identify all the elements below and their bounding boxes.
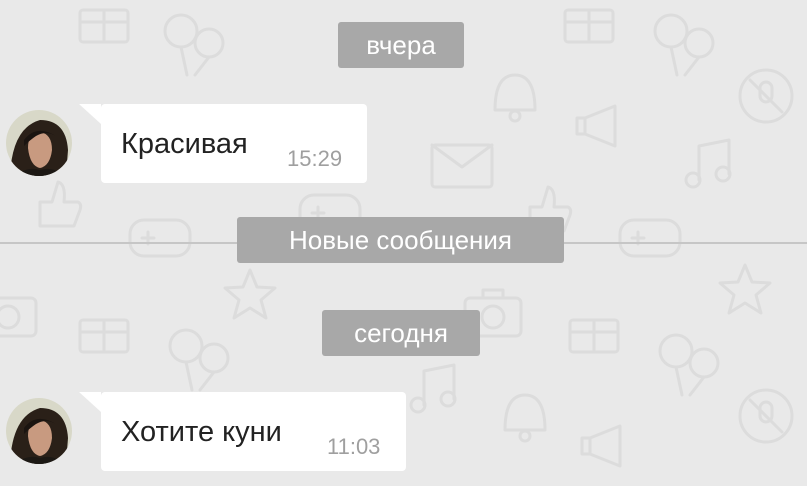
sender-avatar[interactable]	[6, 110, 72, 176]
camera-icon	[0, 296, 38, 338]
megaphone-icon	[575, 104, 617, 148]
gift-icon	[568, 318, 620, 354]
gamepad-icon	[128, 218, 192, 258]
message-text: Красивая	[121, 128, 248, 160]
date-separator-yesterday: вчера	[338, 22, 464, 68]
message-time: 11:03	[327, 434, 381, 459]
new-messages-divider: Новые сообщения	[237, 217, 564, 263]
balloons-icon	[653, 13, 715, 77]
thumbs-up-icon	[38, 180, 83, 228]
star-icon	[718, 263, 772, 315]
balloons-icon	[658, 333, 720, 397]
bell-icon	[493, 73, 537, 123]
bell-icon	[503, 393, 547, 443]
balloons-icon	[168, 328, 230, 392]
no-mic-icon	[738, 68, 794, 124]
avatar-photo	[6, 110, 72, 176]
message-text: Хотите куни	[121, 416, 282, 448]
music-note-icon	[684, 138, 732, 189]
envelope-icon	[430, 143, 494, 189]
gift-icon	[78, 318, 130, 354]
sender-avatar[interactable]	[6, 398, 72, 464]
gamepad-icon	[618, 218, 682, 258]
avatar-photo	[6, 398, 72, 464]
gift-icon	[563, 8, 615, 44]
megaphone-icon	[580, 424, 622, 468]
gift-icon	[78, 8, 130, 44]
date-separator-today: сегодня	[322, 310, 480, 356]
message-bubble[interactable]: Хотите куни 11:03	[79, 392, 406, 471]
message-bubble[interactable]: Красивая 15:29	[79, 104, 367, 183]
message-time: 15:29	[287, 146, 343, 171]
music-note-icon	[409, 363, 457, 414]
balloons-icon	[163, 13, 225, 77]
no-mic-icon	[738, 388, 794, 444]
star-icon	[223, 268, 277, 320]
